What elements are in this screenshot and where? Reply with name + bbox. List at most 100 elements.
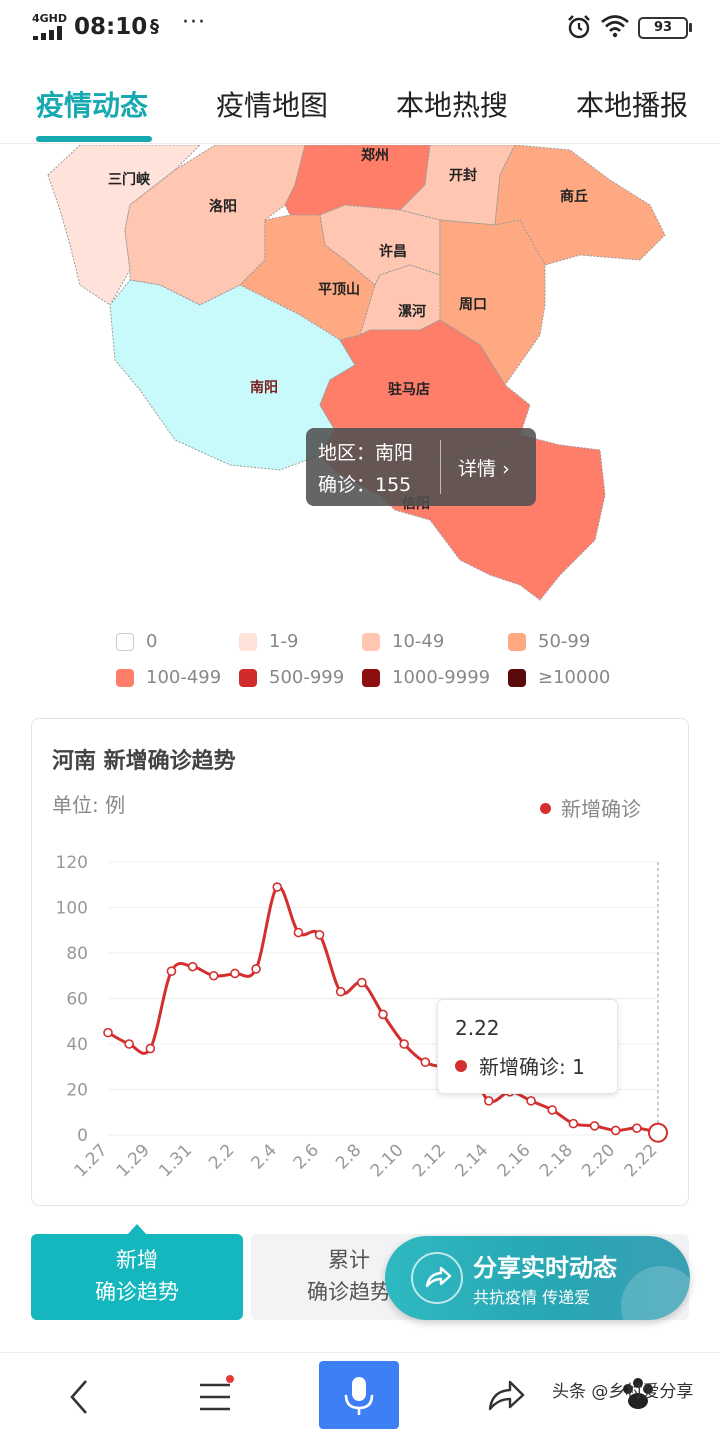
new-cases-trend-toggle[interactable]: 新增 确诊趋势 — [31, 1234, 243, 1320]
city-label-sanmenxia: 三门峡 — [108, 172, 150, 188]
tab-local-broadcast[interactable]: 本地播报 — [576, 84, 688, 124]
data-point — [547, 1105, 558, 1115]
trend-chart-card: 河南 新增确诊趋势 单位: 例 新增确诊 0 20 40 60 80 100 120 1.27… — [31, 718, 689, 1206]
y-tick-label: 40 — [66, 1035, 88, 1055]
x-tick-label: 2.18 — [536, 1140, 577, 1181]
notification-icon: § — [150, 16, 159, 37]
share-title: 分享实时动态 — [473, 1254, 617, 1282]
city-label-zhoukou: 周口 — [459, 297, 487, 313]
y-tick-label: 100 — [56, 899, 88, 919]
alarm-icon — [568, 15, 590, 39]
city-label-luohe: 漯河 — [398, 304, 426, 320]
chart-tooltip-dot-icon — [455, 1060, 467, 1072]
data-point — [526, 1096, 536, 1106]
legend-label: ≥10000 — [538, 667, 611, 688]
legend-swatch — [508, 633, 526, 651]
tooltip-detail-label: 详情 — [458, 458, 497, 480]
x-tick-label: 1.27 — [71, 1140, 112, 1181]
city-label-kaifeng: 开封 — [449, 168, 477, 184]
city-label-zhumadian: 驻马店 — [388, 382, 430, 398]
x-tick-label: 2.6 — [290, 1140, 323, 1173]
tab-bar: 疫情动态 疫情地图 本地热搜 本地播报 — [0, 70, 720, 144]
data-point — [230, 968, 240, 979]
share-live-updates-button[interactable]: 分享实时动态 共抗疫情 传递爱 — [385, 1236, 690, 1320]
legend-label: 50-99 — [538, 631, 591, 652]
tooltip-confirmed: 确诊：155 — [318, 474, 412, 496]
city-label-xuchang: 许昌 — [379, 244, 407, 260]
y-tick-label: 80 — [66, 944, 88, 964]
x-tick-label: 2.4 — [247, 1140, 280, 1173]
legend-label: 0 — [146, 631, 158, 652]
legend-label: 1000-9999 — [392, 667, 491, 688]
tooltip-detail-link[interactable]: 详情 › — [458, 454, 510, 481]
data-point — [632, 1123, 642, 1133]
legend-swatch — [239, 633, 257, 651]
data-point — [335, 986, 346, 997]
tooltip-divider — [440, 440, 441, 494]
x-tick-label: 2.16 — [494, 1140, 535, 1181]
tab-local-hot-search[interactable]: 本地热搜 — [396, 84, 508, 124]
battery-tip — [689, 23, 692, 32]
trend-chart[interactable]: 0204060801001201.27 1.29 1.31 2.2 2.4 2.6 2.8 2… — [32, 719, 690, 1207]
map-legend: 0 1-9 10-49 50-99 100-499 500-999 1000-9… — [0, 625, 720, 695]
city-label-pingdingshan: 平顶山 — [318, 282, 360, 298]
microphone-icon — [344, 1377, 374, 1415]
legend-swatch — [239, 669, 257, 687]
signal-icon — [33, 26, 62, 40]
tab-epidemic-map[interactable]: 疫情地图 — [216, 84, 328, 124]
highlighted-data-point — [648, 1122, 668, 1143]
status-bar: 4GHD 08:10 § ··· 93 — [0, 0, 720, 58]
active-toggle-notch — [128, 1224, 146, 1234]
x-tick-label: 1.29 — [113, 1140, 154, 1181]
voice-search-button[interactable] — [319, 1361, 399, 1429]
x-tick-label: 2.10 — [367, 1140, 408, 1181]
y-tick-label: 60 — [66, 990, 88, 1010]
back-icon[interactable] — [50, 1365, 110, 1425]
y-tick-label: 0 — [77, 1126, 88, 1146]
data-point — [187, 961, 198, 972]
chart-tooltip-date: 2.22 — [455, 1016, 500, 1040]
button-glow — [621, 1266, 690, 1320]
share-arrow-icon[interactable] — [476, 1365, 536, 1425]
data-point — [103, 1027, 113, 1038]
legend-label: 10-49 — [392, 631, 445, 652]
data-point — [420, 1057, 431, 1068]
clock: 08:10 — [74, 14, 148, 40]
data-point — [483, 1096, 494, 1106]
legend-swatch — [362, 633, 380, 651]
legend-swatch — [116, 669, 134, 687]
data-point — [568, 1118, 579, 1129]
chart-tooltip-value: 新增确诊: 1 — [479, 1055, 585, 1079]
data-point — [145, 1043, 156, 1054]
menu-badge — [226, 1375, 234, 1383]
x-tick-label: 2.8 — [332, 1140, 365, 1173]
legend-label: 100-499 — [146, 667, 222, 688]
battery-indicator: 93 — [638, 17, 688, 39]
data-point — [314, 930, 325, 940]
more-notifications-icon: ··· — [182, 10, 206, 35]
legend-swatch — [362, 669, 380, 687]
data-point — [357, 977, 367, 988]
toggle-total-line1: 累计 — [328, 1248, 370, 1272]
x-tick-label: 2.22 — [621, 1140, 662, 1181]
x-tick-label: 2.20 — [578, 1140, 619, 1181]
x-tick-label: 2.14 — [451, 1140, 492, 1181]
data-point — [378, 1009, 388, 1020]
city-label-nanyang: 南阳 — [250, 380, 278, 396]
henan-map[interactable]: 三门峡 郑州 开封 商丘 洛阳 许昌 平顶山 漯河 周口 南阳 驻马店 信阳 地… — [0, 145, 720, 615]
toggle-new-line1: 新增 — [116, 1248, 158, 1272]
chevron-right-icon: › — [502, 458, 510, 480]
y-tick-label: 20 — [66, 1081, 88, 1101]
network-type: 4GHD — [32, 12, 68, 25]
x-tick-label: 2.2 — [205, 1140, 238, 1173]
menu-icon[interactable] — [185, 1365, 245, 1425]
share-icon — [411, 1252, 463, 1304]
share-subtitle: 共抗疫情 传递爱 — [473, 1288, 591, 1307]
toggle-total-line2: 确诊趋势 — [307, 1280, 391, 1304]
tab-epidemic-news[interactable]: 疫情动态 — [36, 84, 148, 124]
wifi-icon — [601, 15, 629, 38]
y-tick-label: 120 — [56, 853, 88, 873]
active-tab-indicator — [36, 136, 152, 142]
data-point — [208, 970, 219, 981]
legend-swatch — [116, 633, 134, 651]
